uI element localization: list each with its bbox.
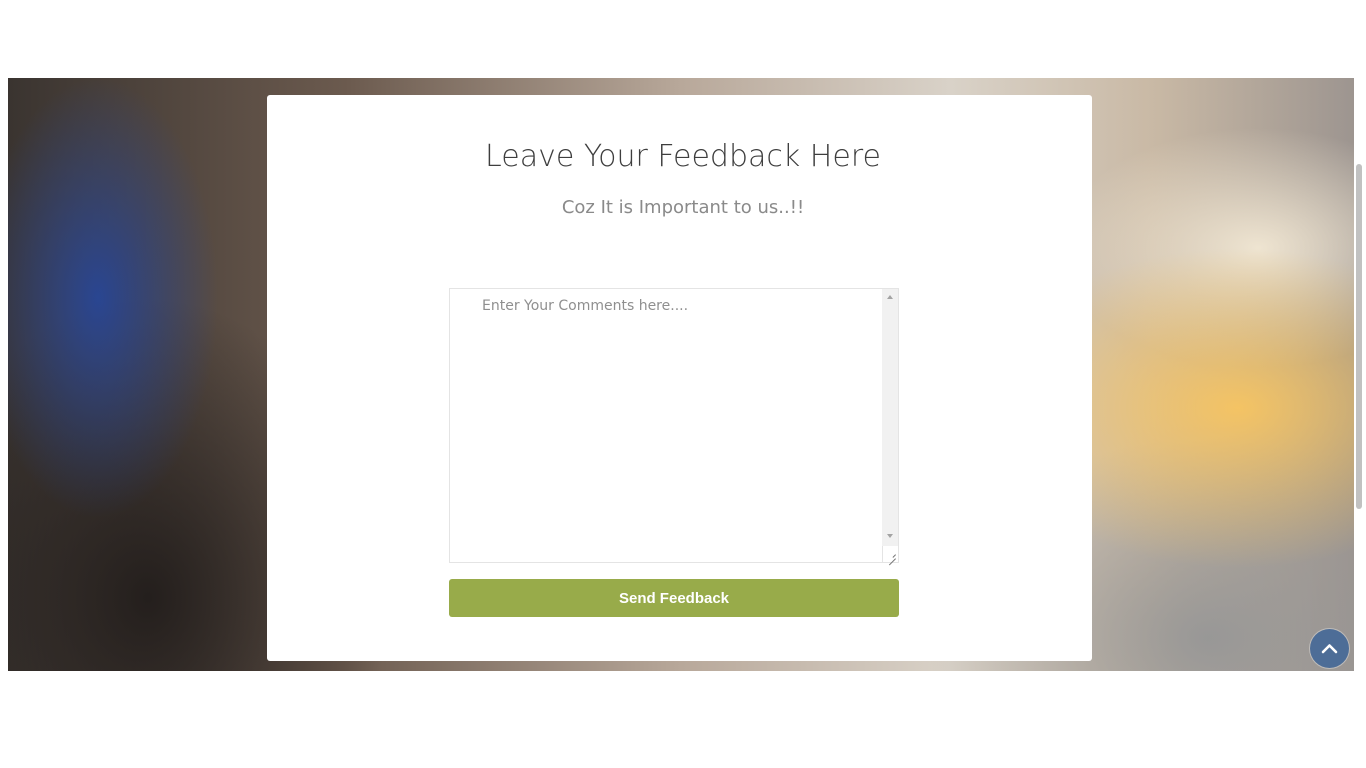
- scroll-down-arrow-icon[interactable]: [887, 534, 893, 538]
- resize-handle-icon[interactable]: [882, 546, 898, 562]
- feedback-subtitle: Coz It is Important to us..!!: [561, 197, 805, 218]
- back-to-top-button[interactable]: [1310, 629, 1349, 668]
- comments-field-container: [449, 288, 899, 563]
- feedback-title: Leave Your Feedback Here: [485, 139, 881, 174]
- send-feedback-button[interactable]: Send Feedback: [449, 579, 899, 617]
- chevron-up-icon: [1321, 644, 1338, 654]
- scroll-up-arrow-icon[interactable]: [887, 295, 893, 299]
- comments-textarea[interactable]: [450, 289, 882, 562]
- comments-scrollbar[interactable]: [882, 289, 898, 546]
